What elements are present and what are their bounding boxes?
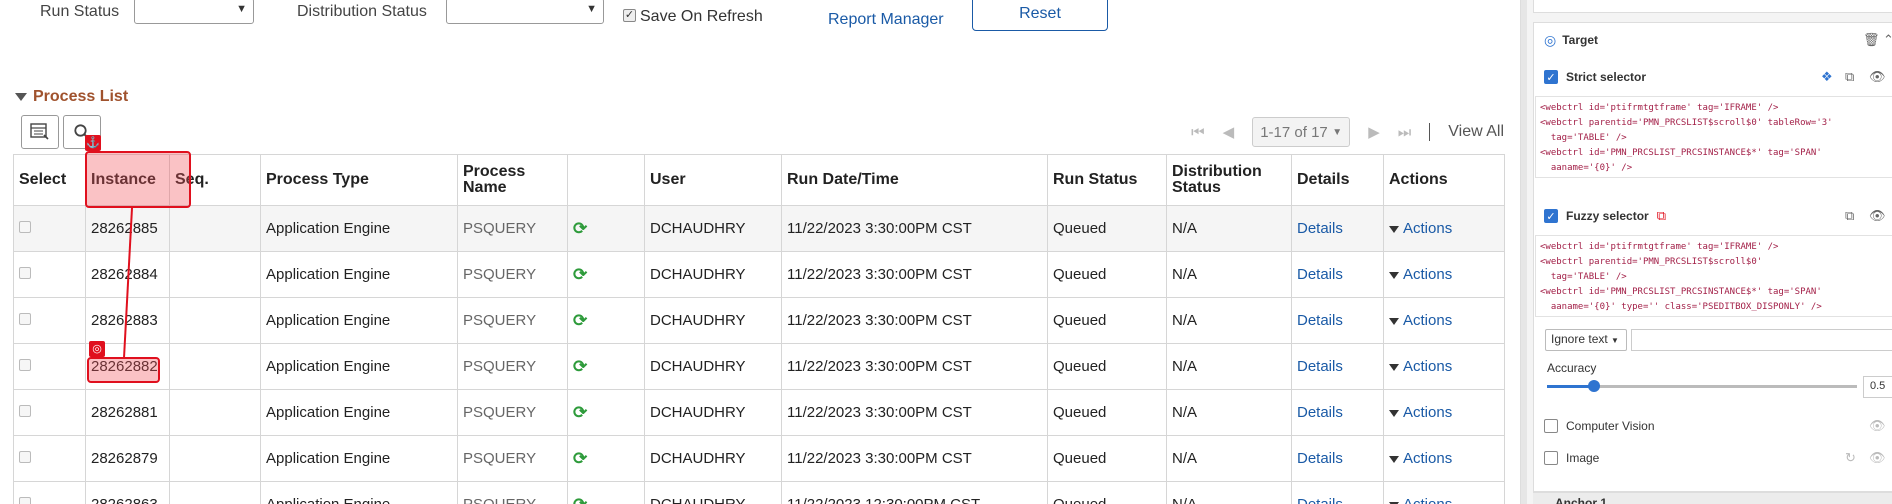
text-mode-value: Ignore text bbox=[1551, 332, 1608, 346]
image-label: Image bbox=[1566, 451, 1600, 465]
eye-icon[interactable]: 👁 bbox=[1869, 69, 1886, 85]
image-checkbox[interactable] bbox=[1544, 451, 1558, 465]
accuracy-slider[interactable] bbox=[1547, 380, 1857, 392]
inspector-panel: ◎ Target 🗑 ⌃ ✓ Strict selector ❖ ⧉ 👁 <we… bbox=[1520, 0, 1892, 504]
anchor-section-header[interactable]: Anchor 1 bbox=[1533, 492, 1892, 504]
eye-icon: 👁 bbox=[1869, 418, 1886, 433]
target-icon: ◎ bbox=[1544, 31, 1557, 48]
strict-selector-label: Strict selector bbox=[1566, 70, 1647, 84]
trash-icon[interactable]: 🗑 bbox=[1863, 32, 1880, 48]
duplicate-icon[interactable]: ⧉ bbox=[1657, 208, 1666, 224]
computer-vision-label: Computer Vision bbox=[1566, 419, 1655, 433]
computer-vision-row: Computer Vision bbox=[1533, 415, 1892, 437]
chevron-down-icon: ▼ bbox=[1611, 336, 1619, 345]
computer-vision-checkbox[interactable] bbox=[1544, 419, 1558, 433]
accuracy-slider-thumb[interactable] bbox=[1587, 380, 1600, 392]
validate-icon[interactable]: ❖ bbox=[1821, 69, 1833, 85]
text-match-input[interactable] bbox=[1631, 329, 1892, 351]
strict-selector-code[interactable]: <webctrl id='ptifrmtgtframe' tag='IFRAME… bbox=[1535, 96, 1892, 178]
collapse-icon[interactable]: ⌃ bbox=[1883, 32, 1892, 48]
strict-selector-row: ✓ Strict selector bbox=[1533, 65, 1892, 89]
accuracy-label: Accuracy bbox=[1547, 361, 1597, 375]
strict-selector-checkbox[interactable]: ✓ bbox=[1544, 70, 1558, 84]
image-row: Image bbox=[1533, 447, 1892, 469]
anchor-label: Anchor 1 bbox=[1555, 496, 1608, 504]
process-monitor-page: Run Status ▼ Distribution Status ▼ ✓ Sav… bbox=[0, 0, 1520, 504]
text-mode-select[interactable]: Ignore text ▼ bbox=[1545, 329, 1627, 351]
fuzzy-selector-row: ✓ Fuzzy selector ⧉ bbox=[1533, 204, 1892, 228]
fuzzy-selector-code[interactable]: <webctrl id='ptifrmtgtframe' tag='IFRAME… bbox=[1535, 235, 1892, 317]
refresh-icon: ↻ bbox=[1845, 450, 1856, 465]
fuzzy-selector-label: Fuzzy selector bbox=[1566, 209, 1649, 223]
top-card bbox=[1533, 0, 1892, 13]
accuracy-value-input[interactable]: 0.5 bbox=[1863, 376, 1892, 398]
accuracy-slider-fill bbox=[1547, 385, 1594, 388]
link-line bbox=[123, 207, 133, 359]
panel-splitter[interactable] bbox=[1521, 0, 1527, 504]
fuzzy-selector-checkbox[interactable]: ✓ bbox=[1544, 209, 1558, 223]
target-header: ◎ Target bbox=[1533, 28, 1892, 52]
copy-icon[interactable]: ⧉ bbox=[1845, 208, 1854, 224]
eye-icon[interactable]: 👁 bbox=[1869, 208, 1886, 224]
eye-icon: 👁 bbox=[1869, 450, 1886, 465]
target-title: Target bbox=[1562, 33, 1599, 47]
copy-icon[interactable]: ⧉ bbox=[1845, 69, 1854, 85]
